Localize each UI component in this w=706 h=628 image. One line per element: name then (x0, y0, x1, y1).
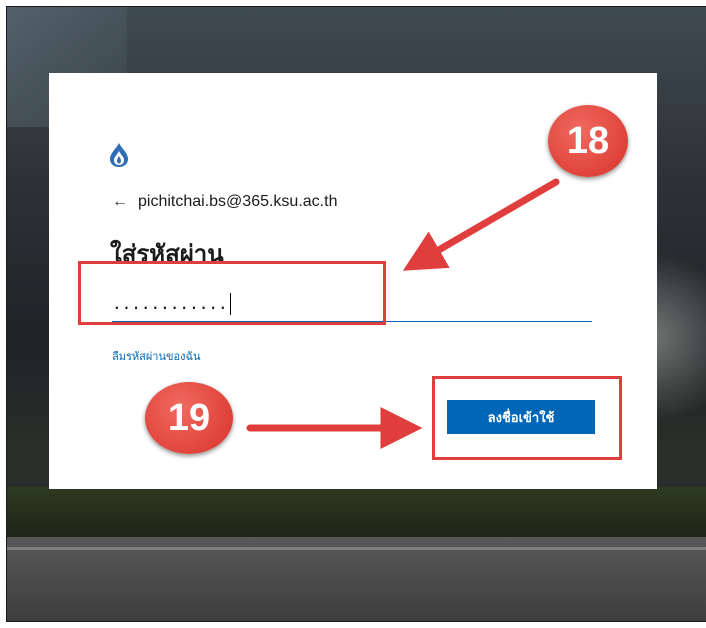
arrow-step-18 (402, 178, 560, 271)
step-badge-18: 18 (548, 105, 628, 177)
step-badge-19: 19 (145, 382, 233, 454)
annotation-arrows (246, 178, 560, 449)
